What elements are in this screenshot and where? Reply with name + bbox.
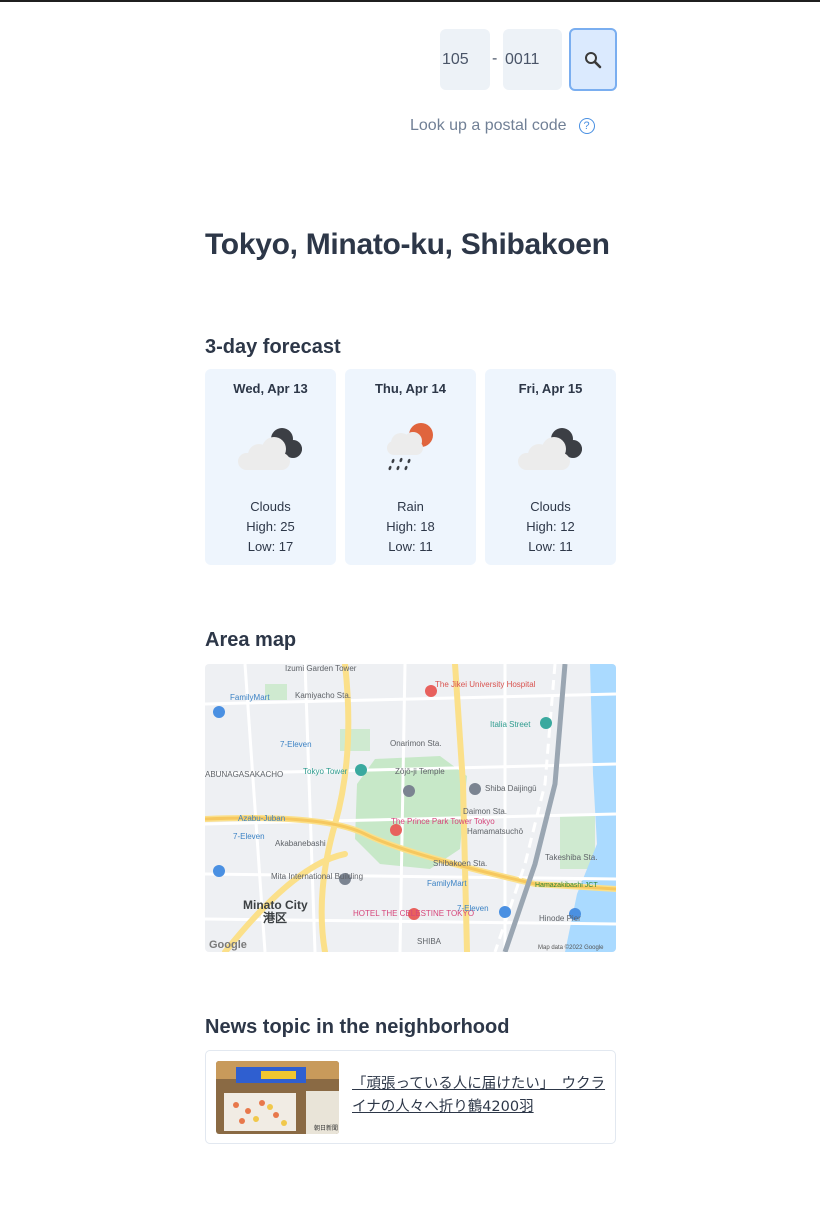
map-label: Azabu-Juban bbox=[238, 814, 285, 823]
store-pin-icon[interactable] bbox=[213, 865, 225, 877]
map-label: 7-Eleven bbox=[457, 904, 489, 913]
map-label: Hinode Pier bbox=[539, 914, 581, 923]
forecast-high: High: 25 bbox=[246, 519, 295, 534]
map-canvas[interactable]: Izumi Garden Tower The Jikei University … bbox=[205, 664, 616, 952]
forecast-condition: Rain bbox=[397, 499, 424, 514]
map-label: Tokyo Tower bbox=[303, 767, 348, 776]
forecast-date: Fri, Apr 15 bbox=[518, 381, 583, 396]
forecast-date: Thu, Apr 14 bbox=[374, 381, 447, 396]
forecast-high: High: 18 bbox=[386, 519, 435, 534]
page-title: Tokyo, Minato-ku, Shibakoen bbox=[205, 228, 610, 261]
map-attribution: Map data ©2022 Google bbox=[538, 944, 604, 951]
map-label: FamilyMart bbox=[427, 879, 467, 888]
postal-code-second-value: 0011 bbox=[505, 50, 540, 68]
search-button[interactable] bbox=[569, 28, 617, 91]
clouds-icon bbox=[238, 428, 302, 470]
clouds-icon bbox=[518, 428, 582, 470]
postal-separator: - bbox=[492, 50, 498, 67]
park-area bbox=[340, 729, 370, 751]
news-thumbnail[interactable]: 朝日新聞 bbox=[216, 1061, 339, 1134]
lookup-postal-code-label: Look up a postal code bbox=[410, 117, 567, 134]
tokyo-tower-pin-icon[interactable] bbox=[355, 764, 367, 776]
map-label: The Jikei University Hospital bbox=[435, 680, 536, 689]
map-label: Italia Street bbox=[490, 720, 531, 729]
store-pin-icon[interactable] bbox=[213, 706, 225, 718]
map-label: Takeshiba Sta. bbox=[545, 853, 597, 862]
map-label: The Prince Park Tower Tokyo bbox=[391, 817, 495, 826]
news-headline-link[interactable]: 「頑張っている人に届けたい」 ウクライナの人々へ折り鶴4200羽 bbox=[352, 1073, 608, 1119]
news-card[interactable]: 朝日新聞 「頑張っている人に届けたい」 ウクライナの人々へ折り鶴4200羽 bbox=[205, 1050, 616, 1144]
postal-code-first-field[interactable]: 105 bbox=[440, 29, 490, 90]
postal-code-first-value: 105 bbox=[442, 50, 469, 68]
map-label: Shiba Daijingū bbox=[485, 784, 537, 793]
forecast-day-card: Fri, Apr 15 Clouds High: 12 Low: 11 bbox=[485, 369, 616, 565]
map-label: Zōjō-ji Temple bbox=[395, 767, 445, 776]
forecast-day-card: Wed, Apr 13 Clouds High: 25 Low: 17 bbox=[205, 369, 336, 565]
forecast-condition: Clouds bbox=[530, 499, 571, 514]
map-label: SHIBA bbox=[417, 937, 442, 946]
postal-code-second-field[interactable]: 0011 bbox=[503, 29, 562, 90]
rain-icon bbox=[387, 423, 433, 471]
map-label: Shibakoen Sta. bbox=[433, 859, 487, 868]
thumbnail-caption: 朝日新聞 bbox=[314, 1124, 338, 1132]
map-label: Hamazakibashi JCT bbox=[535, 882, 598, 889]
news-thumbnail-image: 朝日新聞 bbox=[216, 1061, 339, 1134]
forecast-day-card: Thu, Apr 14 Rain High: 18 Low: 11 bbox=[345, 369, 476, 565]
map-label: Kamiyacho Sta. bbox=[295, 691, 351, 700]
news-heading: News topic in the neighborhood bbox=[205, 1016, 510, 1038]
map-label: 7-Eleven bbox=[233, 832, 265, 841]
map-label: Izumi Garden Tower bbox=[285, 664, 357, 673]
map-label: Akabanebashi bbox=[275, 839, 326, 848]
map-label: Hamamatsuchō bbox=[467, 827, 524, 836]
map-heading: Area map bbox=[205, 629, 297, 651]
map-label: Mita International Building bbox=[271, 872, 363, 881]
map-label: ABUNAGASAKACHO bbox=[205, 770, 283, 779]
shrine-pin-icon[interactable] bbox=[469, 783, 481, 795]
map-label: 7-Eleven bbox=[280, 740, 312, 749]
forecast-date: Wed, Apr 13 bbox=[233, 381, 308, 396]
map-label: FamilyMart bbox=[230, 693, 270, 702]
forecast-low: Low: 11 bbox=[388, 539, 433, 554]
area-map[interactable]: Izumi Garden Tower The Jikei University … bbox=[205, 664, 616, 952]
google-logo: Google bbox=[209, 939, 247, 951]
street-pin-icon[interactable] bbox=[540, 717, 552, 729]
map-label: 港区 bbox=[263, 910, 287, 925]
map-label: Onarimon Sta. bbox=[390, 739, 442, 748]
forecast-low: Low: 11 bbox=[528, 539, 573, 554]
temple-pin-icon[interactable] bbox=[403, 785, 415, 797]
forecast-cards: Wed, Apr 13 Clouds High: 25 Low: 17 Thu,… bbox=[205, 369, 616, 565]
question-circle-icon[interactable]: ? bbox=[578, 118, 595, 134]
map-label: Daimon Sta. bbox=[463, 807, 507, 816]
top-border bbox=[0, 0, 820, 2]
forecast-heading: 3-day forecast bbox=[205, 336, 341, 358]
magnifier-icon bbox=[585, 51, 602, 68]
lookup-postal-code-link[interactable]: Look up a postal code ? bbox=[410, 117, 595, 135]
map-label: Minato City bbox=[243, 898, 308, 912]
forecast-condition: Clouds bbox=[250, 499, 291, 514]
forecast-low: Low: 17 bbox=[247, 539, 294, 554]
map-label: HOTEL THE CELESTINE TOKYO bbox=[353, 909, 474, 918]
forecast-high: High: 12 bbox=[526, 519, 575, 534]
store-pin-icon[interactable] bbox=[499, 906, 511, 918]
